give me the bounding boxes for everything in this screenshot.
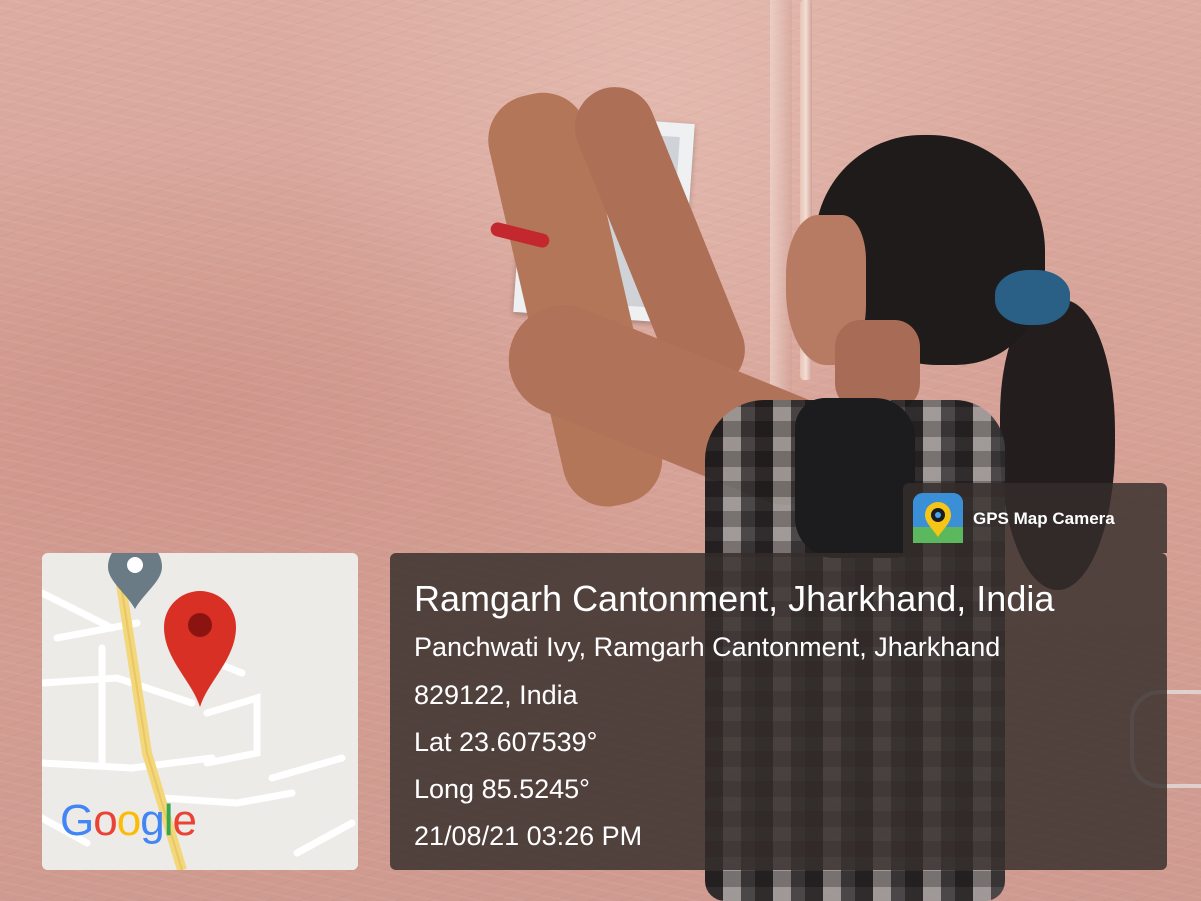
secondary-location-pin-icon (108, 553, 162, 609)
map-thumbnail: Google (42, 553, 358, 870)
dress-sleeve (795, 398, 915, 558)
google-logo-letter: G (60, 796, 94, 845)
address-line-1: Panchwati Ivy, Ramgarh Cantonment, Jhark… (414, 632, 1001, 662)
address-line-2: 829122, India (414, 680, 578, 710)
app-name: GPS Map Camera (973, 509, 1115, 528)
google-logo-letter: e (172, 796, 197, 845)
gps-map-camera-icon (913, 493, 963, 543)
longitude: Long 85.5245° (414, 774, 590, 804)
wall-corner (770, 0, 792, 420)
google-logo-letter: g (140, 796, 165, 845)
location-title: Ramgarh Cantonment, Jharkhand, India (414, 578, 1055, 619)
latitude: Lat 23.607539° (414, 727, 598, 757)
google-logo-letter: o (116, 796, 142, 845)
blue-scrunchie (995, 270, 1070, 325)
google-logo: Google (60, 796, 197, 846)
person-neck (835, 320, 920, 410)
timestamp: 21/08/21 03:26 PM (414, 821, 643, 851)
gps-map-camera-icon-graphic (913, 493, 963, 543)
location-pin-icon (164, 591, 236, 707)
google-logo-letter: o (93, 796, 118, 845)
